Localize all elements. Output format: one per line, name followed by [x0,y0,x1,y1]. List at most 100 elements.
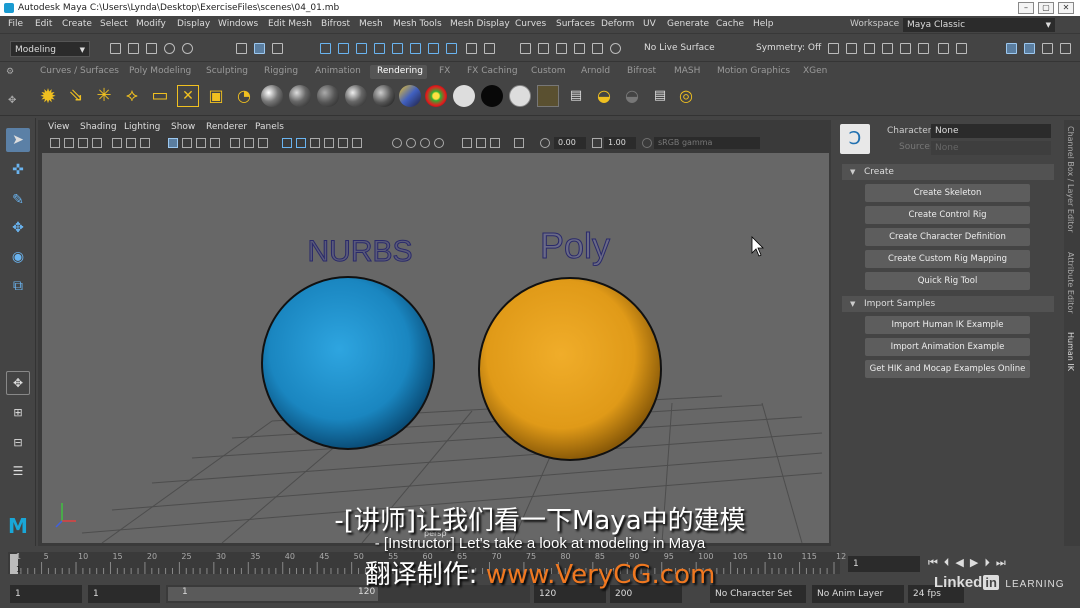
snap-curve-icon[interactable] [538,43,549,54]
screen-space-ao-icon[interactable] [392,138,402,148]
quick-rig-tool-button[interactable]: Quick Rig Tool [865,272,1030,290]
color-management-icon[interactable] [642,138,652,148]
wireframe-on-shaded-icon[interactable] [310,138,320,148]
xray-icon[interactable] [462,138,472,148]
character-select[interactable]: None [931,124,1051,138]
select-curves-icon[interactable] [356,43,367,54]
save-scene-icon[interactable] [146,43,157,54]
select-tool-icon[interactable]: ➤ [6,128,30,152]
new-scene-icon[interactable] [110,43,121,54]
shelf-tab-sculpting[interactable]: Sculpting [206,66,248,76]
safe-title-icon[interactable] [244,138,254,148]
xray-joints-icon[interactable] [490,138,500,148]
side-tab-channel-box[interactable]: Channel Box / Layer Editor [1066,126,1075,233]
modeling-toolkit-icon[interactable] [938,43,949,54]
shelf-tab-poly-modeling[interactable]: Poly Modeling [129,66,191,76]
shelf-tab-rendering[interactable]: Rendering [377,66,423,76]
select-deformations-icon[interactable] [392,43,403,54]
depth-of-field-icon[interactable] [434,138,444,148]
blinn-material-icon[interactable] [261,85,283,107]
two-d-pan-zoom-icon[interactable] [112,138,122,148]
spot-light-icon[interactable]: ⟡ [121,85,143,107]
lambert-material-icon[interactable] [289,85,311,107]
directional-light-icon[interactable]: ⇘ [65,85,87,107]
undo-icon[interactable] [164,43,175,54]
select-camera-icon[interactable] [50,138,60,148]
menu-windows[interactable]: Windows [218,19,258,29]
create-skeleton-button[interactable]: Create Skeleton [865,184,1030,202]
camera-attributes-icon[interactable] [64,138,74,148]
select-rendering-icon[interactable] [428,43,439,54]
grease-pencil-icon[interactable] [126,138,136,148]
menu-mesh[interactable]: Mesh [359,19,383,29]
import-samples-section-header[interactable]: Import Samples [842,296,1054,312]
select-component-icon[interactable] [272,43,283,54]
menu-create[interactable]: Create [62,19,92,29]
xray-active-components-icon[interactable] [476,138,486,148]
snap-point-icon[interactable] [556,43,567,54]
shading-map-icon[interactable] [509,85,531,107]
hypershade-shelf-icon[interactable]: ◔ [233,85,255,107]
shelf-tab-arnold[interactable]: Arnold [581,66,610,76]
lock-selection-icon[interactable] [466,43,477,54]
texture-file-icon[interactable] [537,85,559,107]
select-misc-icon[interactable] [446,43,457,54]
select-object-icon[interactable] [254,43,265,54]
open-scene-icon[interactable] [128,43,139,54]
perspective-viewport[interactable]: NURBS Poly persp [42,153,829,543]
menu-select[interactable]: Select [100,19,128,29]
film-gate-icon[interactable] [168,138,178,148]
ipr-render-icon[interactable] [846,43,857,54]
render-settings-shelf-icon[interactable]: ▤ [649,85,671,107]
render-sequence-icon[interactable]: ◒ [593,85,615,107]
close-button[interactable]: ✕ [1058,2,1074,14]
panel-menu-show[interactable]: Show [171,122,195,132]
layer-editor-toggle-icon[interactable] [1060,43,1071,54]
render-layer-icon[interactable]: ▤ [565,85,587,107]
shelf-tab-xgen[interactable]: XGen [803,66,827,76]
menu-set-select[interactable]: Modeling [10,41,90,58]
ambient-light-icon[interactable]: ✹ [37,85,59,107]
render-current-frame-icon[interactable] [828,43,839,54]
panel-menu-view[interactable]: View [48,122,69,132]
gate-mask-icon[interactable] [196,138,206,148]
anisotropic-material-icon[interactable] [373,85,395,107]
menu-generate[interactable]: Generate [667,19,709,29]
wireframe-icon[interactable] [282,138,292,148]
workspace-select[interactable]: Maya Classic [903,18,1055,32]
phong-material-icon[interactable] [317,85,339,107]
scale-tool-icon[interactable]: ⧉ [6,274,30,298]
side-tab-human-ik[interactable]: Human IK [1066,332,1075,371]
tool-settings-toggle-icon[interactable] [1042,43,1053,54]
create-control-rig-button[interactable]: Create Control Rig [865,206,1030,224]
point-light-icon[interactable]: ✳ [93,85,115,107]
menu-deform[interactable]: Deform [601,19,634,29]
shelf-options-icon[interactable]: ✥ [8,95,16,106]
bookmark-icon[interactable] [78,138,88,148]
symmetry-dropdown[interactable]: Symmetry: Off [756,43,821,53]
shelf-tab-curves-surfaces[interactable]: Curves / Surfaces [40,66,119,76]
create-section-header[interactable]: Create [842,164,1054,180]
menu-cache[interactable]: Cache [716,19,744,29]
live-surface-field[interactable]: No Live Surface [644,43,715,53]
select-dynamics-icon[interactable] [410,43,421,54]
area-light-icon[interactable]: ▭ [149,85,171,107]
create-character-definition-button[interactable]: Create Character Definition [865,228,1030,246]
menu-mesh-tools[interactable]: Mesh Tools [393,19,442,29]
shadows-icon[interactable] [352,138,362,148]
panel-menu-lighting[interactable]: Lighting [124,122,160,132]
maximize-button[interactable]: ▢ [1038,2,1054,14]
phonge-material-icon[interactable] [345,85,367,107]
layered-shader-icon[interactable] [399,85,421,107]
select-hierarchy-icon[interactable] [236,43,247,54]
volume-light-icon[interactable]: ✕ [177,85,199,107]
paint-select-tool-icon[interactable]: ✎ [6,188,30,212]
shelf-tab-bifrost[interactable]: Bifrost [627,66,656,76]
two-view-layout-icon[interactable]: ⊟ [6,430,30,454]
exposure-input[interactable]: 0.00 [554,137,586,149]
rotate-tool-icon[interactable]: ◉ [6,245,30,269]
isolate-select-icon[interactable] [258,138,268,148]
shelf-tab-mash[interactable]: MASH [674,66,700,76]
render-setup-icon[interactable] [900,43,911,54]
menu-help[interactable]: Help [753,19,774,29]
